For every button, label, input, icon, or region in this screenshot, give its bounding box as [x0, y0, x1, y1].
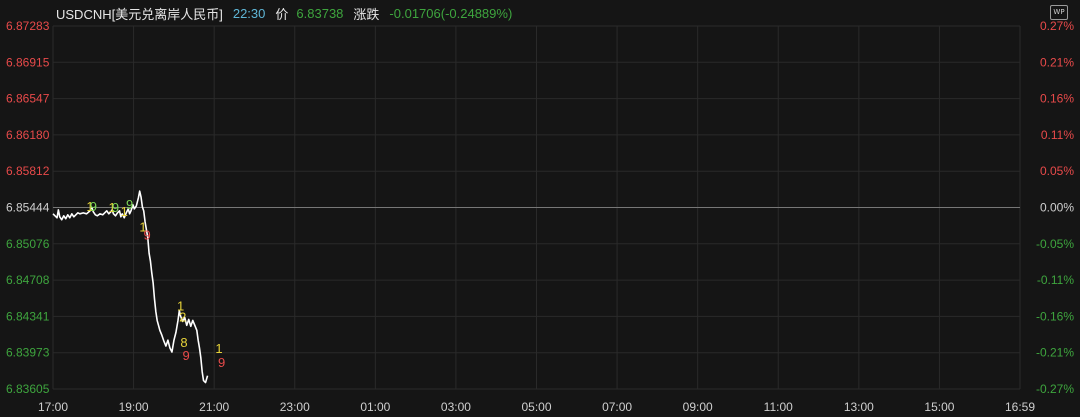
- y-tick-label-right: 0.00%: [1040, 201, 1074, 215]
- y-tick-label-right: 0.16%: [1040, 92, 1074, 106]
- y-tick-label-left: 6.86547: [6, 92, 50, 106]
- x-tick-label: 21:00: [199, 400, 229, 414]
- annotation-label: 9: [126, 197, 133, 212]
- y-tick-label-right: 0.21%: [1040, 55, 1074, 69]
- x-tick-label: 17:00: [38, 400, 68, 414]
- y-tick-label-left: 6.85076: [6, 237, 50, 251]
- y-tick-label-left: 6.87283: [6, 19, 50, 33]
- y-tick-label-left: 6.84341: [6, 309, 50, 323]
- y-tick-label-left: 6.85444: [6, 201, 50, 215]
- y-tick-label-right: -0.27%: [1036, 382, 1074, 396]
- y-tick-label-right: -0.11%: [1037, 273, 1074, 287]
- x-tick-label: 11:00: [764, 400, 793, 414]
- x-tick-label: 01:00: [360, 400, 390, 414]
- x-tick-label: 07:00: [602, 400, 632, 414]
- annotation-label: 9: [112, 200, 119, 215]
- annotation-label: 9: [90, 199, 97, 214]
- y-tick-label-right: 0.27%: [1040, 19, 1074, 33]
- price-chart: 6.87283 6.86915 6.86547 6.86180 6.85812 6.854…: [6, 19, 1074, 414]
- annotation-label: 1: [215, 341, 222, 356]
- y-axis-left: 6.87283 6.86915 6.86547 6.86180 6.85812 6.854…: [6, 19, 50, 396]
- x-tick-label: 13:00: [844, 400, 874, 414]
- x-tick-label: 23:00: [280, 400, 310, 414]
- annotation-layer: 19 19 19191289 19: [86, 197, 225, 370]
- y-tick-label-right: -0.16%: [1036, 309, 1074, 323]
- annotation-label: 2: [179, 309, 186, 324]
- y-axis-right: 0.27% 0.21% 0.16% 0.11% 0.05% 0.00% -0.05% -0.1…: [1036, 19, 1074, 396]
- x-tick-label: 16:59: [1005, 400, 1035, 414]
- y-tick-label-left: 6.85812: [6, 164, 50, 178]
- x-tick-label: 05:00: [521, 400, 551, 414]
- y-tick-label-right: 0.05%: [1040, 164, 1074, 178]
- annotation-label: 9: [218, 355, 225, 370]
- y-tick-label-left: 6.84708: [6, 273, 50, 287]
- y-tick-label-right: -0.21%: [1036, 346, 1074, 360]
- x-tick-label: 15:00: [924, 400, 954, 414]
- annotation-label: 9: [143, 228, 150, 243]
- y-tick-label-right: 0.11%: [1041, 128, 1074, 142]
- x-tick-label: 09:00: [683, 400, 713, 414]
- annotation-label: 9: [182, 348, 189, 363]
- x-axis: 17:00 19:00 21:00 23:00 01:00 03:00 05:00 07:00…: [38, 400, 1035, 414]
- y-tick-label-left: 6.86915: [6, 55, 50, 69]
- x-tick-label: 03:00: [441, 400, 471, 414]
- y-tick-label-left: 6.83605: [6, 382, 50, 396]
- y-tick-label-right: -0.05%: [1036, 237, 1074, 251]
- x-tick-label: 19:00: [119, 400, 149, 414]
- y-tick-label-left: 6.83973: [6, 346, 50, 360]
- y-tick-label-left: 6.86180: [6, 128, 50, 142]
